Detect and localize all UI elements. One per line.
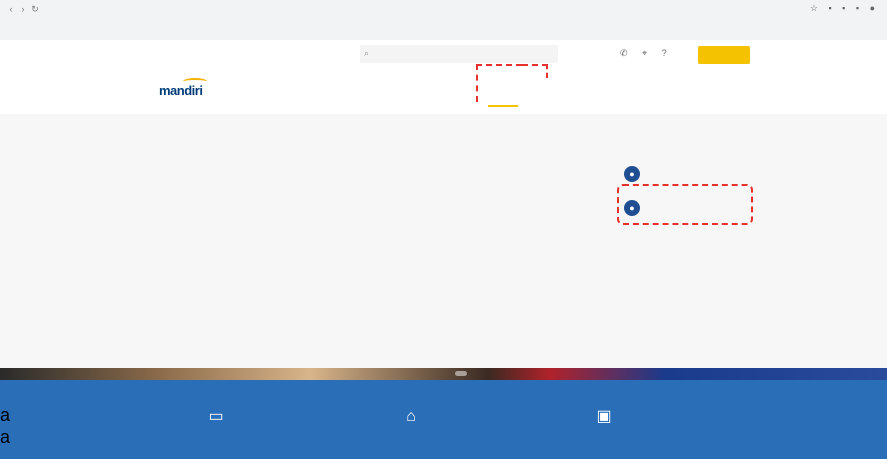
footer-features: ▭ ⌂ ▣ [0, 380, 887, 459]
menu-item[interactable] [161, 172, 361, 176]
search-input[interactable]: ⌕ [360, 45, 558, 63]
mega-menu: ● ● [0, 114, 887, 368]
monitor-icon: ▣ [596, 408, 612, 425]
annotation-highlight-nav [476, 64, 548, 102]
annotation-highlight-quick-action [617, 184, 753, 225]
main-navigation: mandiri [0, 70, 887, 114]
question-icon[interactable]: ? [662, 48, 667, 58]
phone-icon[interactable]: ✆ [620, 48, 628, 58]
forward-icon[interactable]: › [18, 4, 28, 14]
login-button[interactable] [698, 46, 750, 64]
menu-item[interactable] [386, 296, 606, 300]
card-icon: ▭ [208, 408, 224, 425]
location-icon[interactable]: ⌖ [642, 48, 647, 58]
browser-toolbar: ‹ › ↻ ☆ ▪ ▪ ▪ ● [0, 0, 887, 20]
carousel-indicator[interactable] [455, 371, 467, 376]
logo-text: mandiri [159, 83, 203, 98]
menu-item[interactable] [386, 238, 606, 242]
menu-item[interactable] [386, 172, 606, 176]
quick-action-icon: ● [624, 166, 640, 182]
back-icon[interactable]: ‹ [6, 4, 16, 14]
left-edge-text: a a [0, 405, 11, 447]
top-icons: ✆ ⌖ ? [620, 48, 679, 59]
search-icon: ⌕ [364, 48, 370, 58]
menu-item[interactable] [161, 296, 361, 300]
home-icon: ⌂ [406, 408, 416, 425]
quick-action-item[interactable]: ● [624, 166, 744, 182]
reload-icon[interactable]: ↻ [30, 4, 40, 14]
top-utility-bar: ⌕ ✆ ⌖ ? [0, 40, 887, 70]
footer-item[interactable]: ▣ [593, 402, 713, 442]
browser-chrome: ‹ › ↻ ☆ ▪ ▪ ▪ ● [0, 0, 887, 41]
active-tab-underline [488, 105, 518, 107]
browser-extension-icons[interactable]: ☆ ▪ ▪ ▪ ● [810, 3, 879, 14]
banner-strip [0, 368, 887, 380]
menu-item[interactable] [161, 238, 361, 242]
footer-item[interactable]: ⌂ [400, 402, 520, 442]
footer-item[interactable]: ▭ [205, 402, 325, 442]
bookmarks-bar [0, 20, 887, 38]
